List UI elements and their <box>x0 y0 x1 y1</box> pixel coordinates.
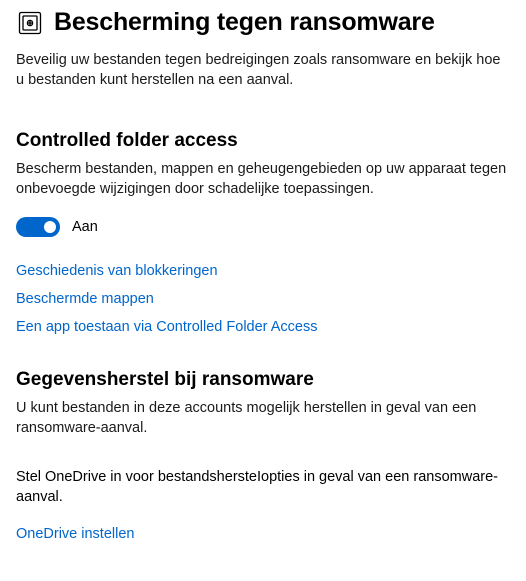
cfa-toggle[interactable] <box>16 217 60 237</box>
page-title: Bescherming tegen ransomware <box>54 8 435 37</box>
block-history-link[interactable]: Geschiedenis van blokkeringen <box>16 263 510 279</box>
ransomware-shield-icon <box>16 9 44 37</box>
cfa-toggle-row: Aan <box>16 217 510 237</box>
page-header: Bescherming tegen ransomware <box>16 8 510 37</box>
recovery-section-title: Gegevensherstel bij ransomware <box>16 369 510 391</box>
onedrive-setup-link[interactable]: OneDrive instellen <box>16 526 510 542</box>
toggle-knob <box>44 221 56 233</box>
cfa-section-description: Bescherm bestanden, mappen en geheugenge… <box>16 160 510 199</box>
allow-app-link[interactable]: Een app toestaan via Controlled Folder A… <box>16 319 510 335</box>
onedrive-setup-text: Stel OneDrive in voor bestandshersteIopt… <box>16 468 510 507</box>
cfa-toggle-label: Aan <box>72 219 98 235</box>
recovery-section-description: U kunt bestanden in deze accounts mogeli… <box>16 399 510 438</box>
cfa-section-title: Controlled folder access <box>16 130 510 152</box>
cfa-links: Geschiedenis van blokkeringen Beschermde… <box>16 263 510 335</box>
protected-folders-link[interactable]: Beschermde mappen <box>16 291 510 307</box>
page-description: Beveilig uw bestanden tegen bedreigingen… <box>16 51 510 90</box>
